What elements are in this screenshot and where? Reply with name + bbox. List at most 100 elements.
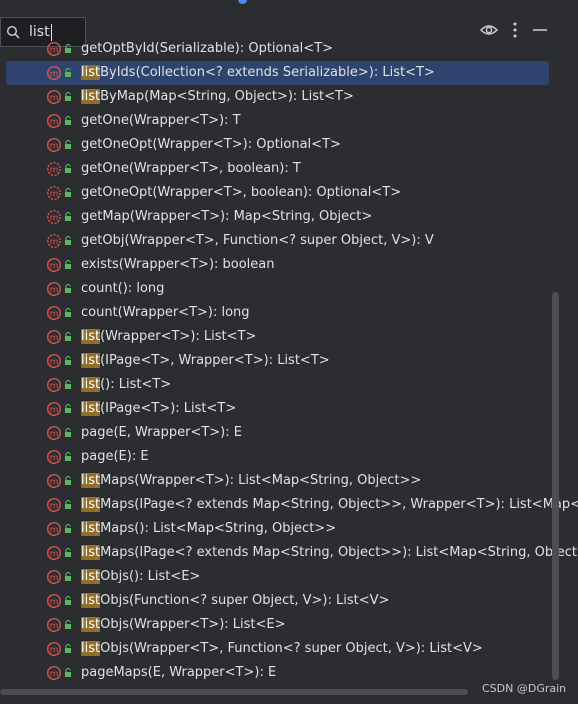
completion-item[interactable]: m listByIds(Collection<? extends Serializ… [6,61,549,85]
completion-item[interactable]: m getOne(Wrapper<T>): T [6,109,549,133]
method-signature-text: getOneOpt(Wrapper<T>): Optional<T> [81,137,341,152]
match-highlight: list [81,89,101,104]
public-access-lock-icon [65,68,71,77]
method-icon: m [46,665,62,681]
horizontal-scrollbar-thumb[interactable] [0,689,468,695]
public-access-lock-icon [65,620,71,629]
method-icon: m [46,425,62,441]
public-access-lock-icon [65,260,71,269]
completion-item[interactable]: m getOneOpt(Wrapper<T>, boolean): Optiona… [6,181,549,205]
completion-item[interactable]: m exists(Wrapper<T>): boolean [6,253,549,277]
method-signature-text: (): List<T> [100,377,172,392]
svg-text:m: m [50,573,59,583]
svg-text:m: m [50,525,59,535]
match-highlight: list [81,593,101,608]
completion-item[interactable]: m getObj(Wrapper<T>, Function<? super Obj… [6,229,549,253]
file-icon [238,0,247,4]
svg-text:m: m [50,189,59,199]
public-access-lock-icon [65,212,71,221]
completion-item[interactable]: m list(Wrapper<T>): List<T> [6,325,549,349]
completion-item[interactable]: m listObjs(Wrapper<T>, Function<? super O… [6,637,549,661]
completion-item[interactable]: m listMaps(IPage<? extends Map<String, Ob… [6,541,578,565]
method-signature: listMaps(Wrapper<T>): List<Map<String, O… [81,473,421,488]
completion-item[interactable]: m getMap(Wrapper<T>): Map<String, Object> [6,205,549,229]
method-signature-text: Objs(Function<? super Object, V>): List<… [100,593,390,608]
minimize-icon[interactable] [530,20,550,40]
completion-item[interactable]: m list(IPage<T>): List<T> [6,397,549,421]
svg-text:m: m [50,453,59,463]
completion-item[interactable]: m page(E): E [6,445,549,469]
public-access-lock-icon [65,452,71,461]
public-access-lock-icon [65,188,71,197]
public-access-lock-icon [65,332,71,341]
method-icon: m [46,617,62,633]
completion-item[interactable]: m listObjs(): List<E> [6,565,549,589]
match-highlight: list [81,401,101,416]
public-access-lock-icon [65,236,71,245]
svg-text:m: m [50,381,59,391]
vertical-scrollbar-thumb[interactable] [552,292,559,680]
public-access-lock-icon [65,284,71,293]
completion-item[interactable]: m getOptById(Serializable): Optional<T> [6,40,549,61]
public-access-lock-icon [65,476,71,485]
public-access-lock-icon [65,668,71,677]
method-signature-text: pageMaps(E, Wrapper<T>): E [81,665,277,680]
abstract-method-icon: m [46,185,62,201]
public-access-lock-icon [65,356,71,365]
svg-text:m: m [50,69,59,79]
svg-text:m: m [50,621,59,631]
completion-item[interactable]: m list(): List<T> [6,373,549,397]
method-icon: m [46,113,62,129]
svg-text:m: m [50,285,59,295]
method-signature: getOneOpt(Wrapper<T>, boolean): Optional… [81,185,401,200]
svg-text:m: m [50,597,59,607]
method-signature-text: (IPage<T>, Wrapper<T>): List<T> [100,353,330,368]
method-signature-text: getOneOpt(Wrapper<T>, boolean): Optional… [81,185,402,200]
svg-text:m: m [50,45,59,55]
svg-text:m: m [50,669,59,679]
eye-icon[interactable] [479,20,499,40]
method-signature: page(E): E [81,449,149,464]
completion-item[interactable]: m list(IPage<T>, Wrapper<T>): List<T> [6,349,549,373]
svg-text:m: m [50,213,59,223]
match-highlight: list [81,521,101,536]
completion-item[interactable]: m listMaps(): List<Map<String, Object>> [6,517,549,541]
svg-text:m: m [50,501,59,511]
method-icon: m [46,329,62,345]
completion-item[interactable]: m count(): long [6,277,549,301]
svg-text:m: m [50,645,59,655]
completion-item[interactable]: m listMaps(IPage<? extends Map<String, Ob… [6,493,578,517]
method-icon: m [46,281,62,297]
method-signature: listObjs(Wrapper<T>): List<E> [81,617,286,632]
method-signature: list(): List<T> [81,377,171,392]
method-icon: m [46,569,62,585]
public-access-lock-icon [65,524,71,533]
svg-text:m: m [50,357,59,367]
method-signature-text: getMap(Wrapper<T>): Map<String, Object> [81,209,373,224]
match-highlight: list [81,641,101,656]
completion-item[interactable]: m listMaps(Wrapper<T>): List<Map<String, … [6,469,549,493]
search-icon [6,25,20,39]
completion-item[interactable]: m getOneOpt(Wrapper<T>): Optional<T> [6,133,549,157]
method-signature: count(): long [81,281,164,296]
method-signature: getOne(Wrapper<T>, boolean): T [81,161,301,176]
svg-text:m: m [50,405,59,415]
completion-item[interactable]: m page(E, Wrapper<T>): E [6,421,549,445]
completion-item[interactable]: m getOne(Wrapper<T>, boolean): T [6,157,549,181]
completion-item[interactable]: m count(Wrapper<T>): long [6,301,549,325]
method-signature-text: Objs(): List<E> [100,569,201,584]
svg-text:m: m [50,165,59,175]
more-options-icon[interactable] [505,20,525,40]
method-signature-text: Maps(Wrapper<T>): List<Map<String, Objec… [100,473,422,488]
method-signature-text: page(E): E [81,449,149,464]
completion-item[interactable]: m listObjs(Wrapper<T>): List<E> [6,613,549,637]
match-highlight: list [81,65,101,80]
method-icon: m [46,521,62,537]
method-signature-text: getOne(Wrapper<T>): T [81,113,241,128]
svg-text:m: m [50,549,59,559]
public-access-lock-icon [65,44,71,53]
method-icon: m [46,377,62,393]
completion-item[interactable]: m pageMaps(E, Wrapper<T>): E [6,661,549,685]
completion-item[interactable]: m listObjs(Function<? super Object, V>): … [6,589,549,613]
completion-item[interactable]: m listByMap(Map<String, Object>): List<T> [6,85,549,109]
